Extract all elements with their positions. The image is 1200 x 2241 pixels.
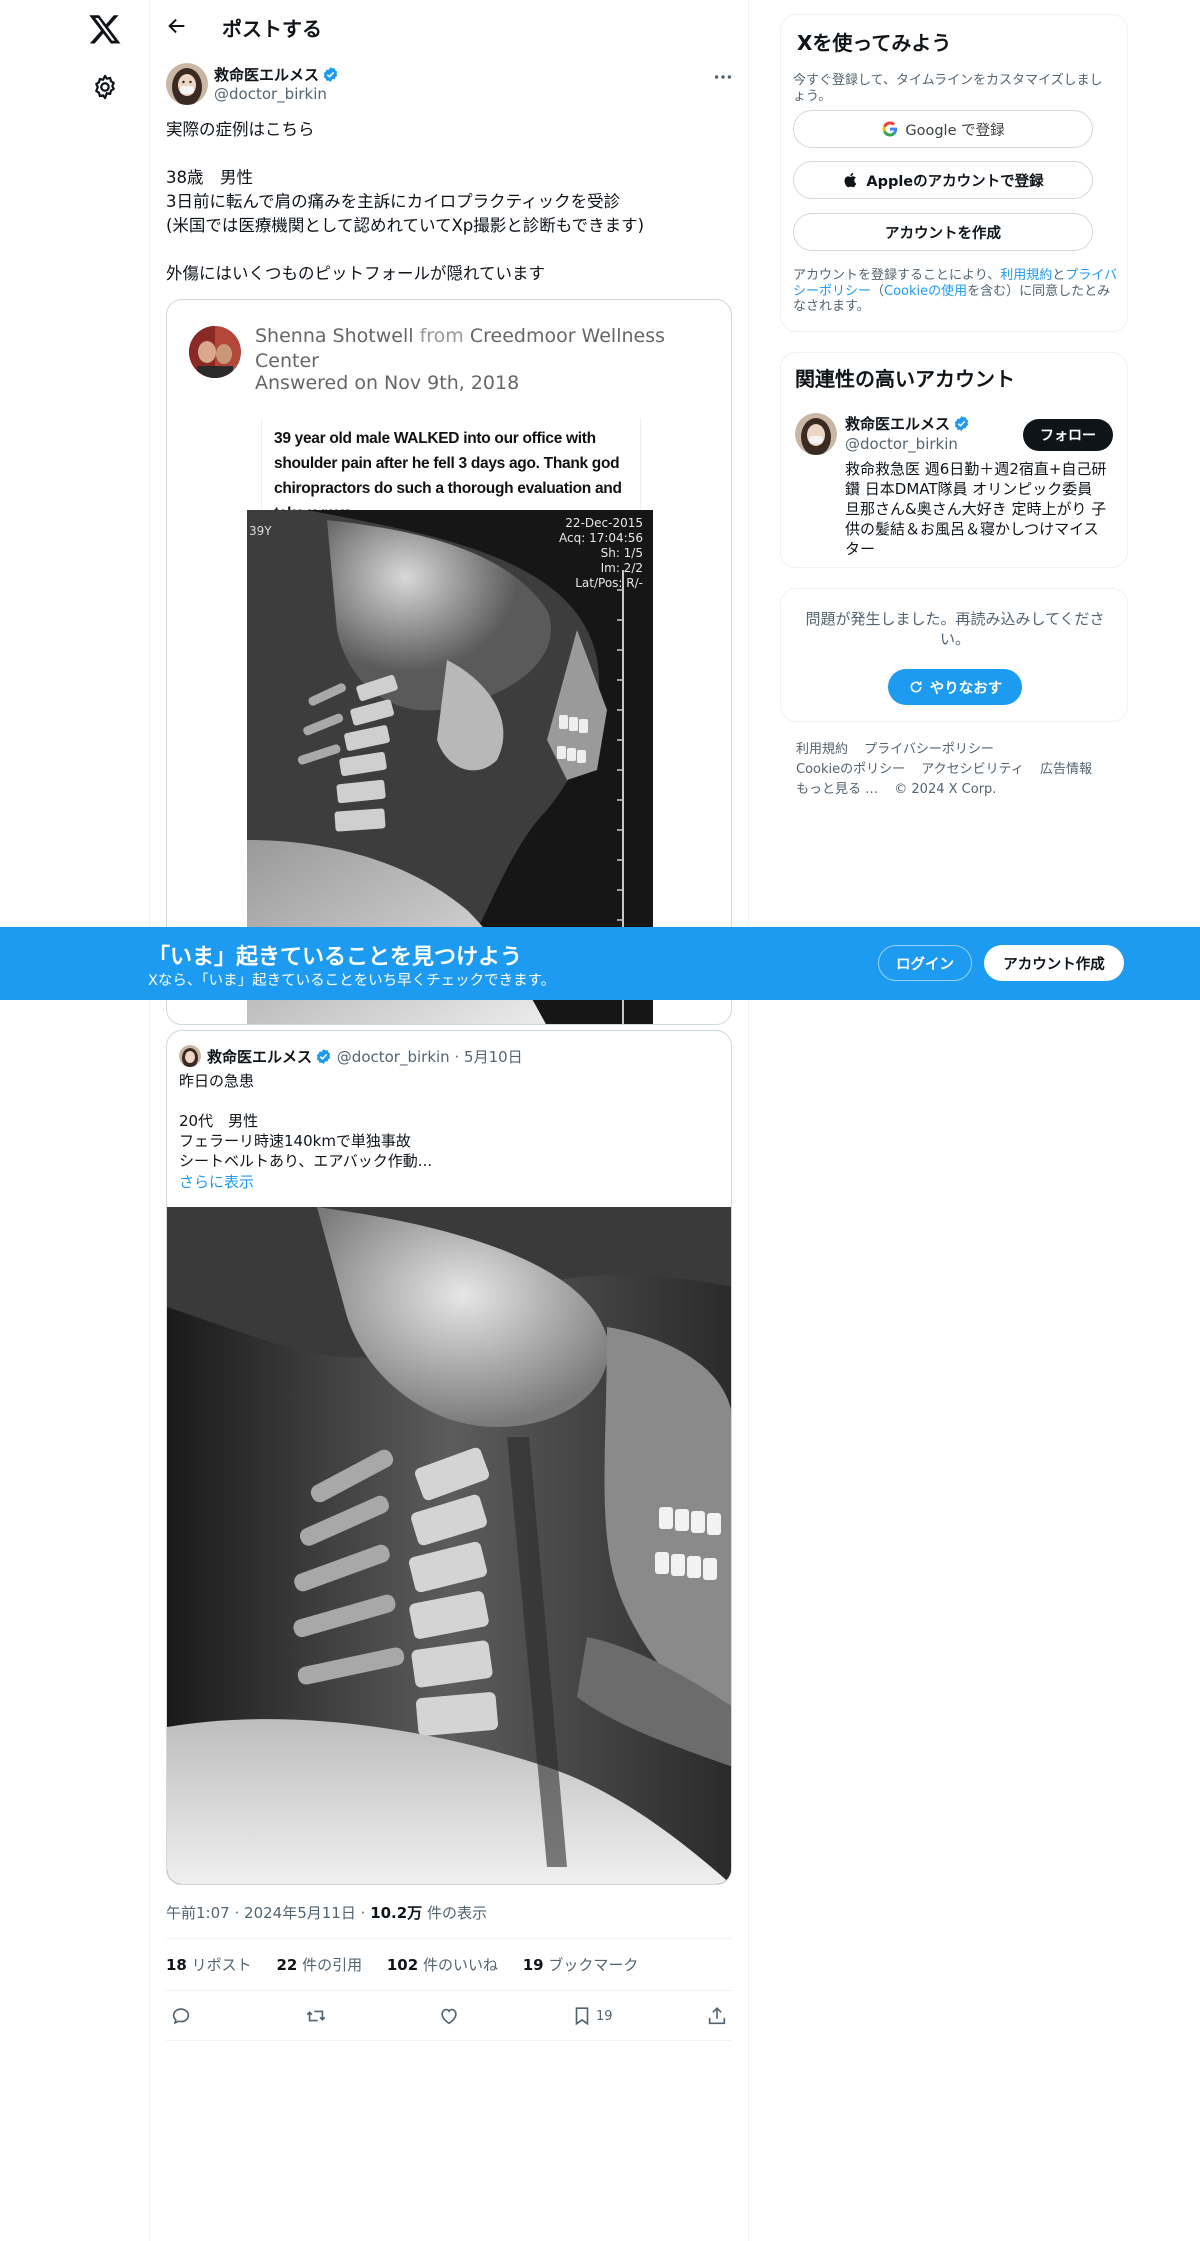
x-logo-icon[interactable] bbox=[88, 12, 122, 46]
banner-title: 「いま」起きていることを見つけよう bbox=[148, 945, 523, 970]
reply-icon bbox=[172, 2008, 190, 2025]
quoted-tweet-card[interactable]: 救命医エルメス @doctor_birkin · 5月10日 昨日の急患 20代… bbox=[166, 1030, 732, 1885]
divider bbox=[166, 2040, 732, 2041]
retry-button[interactable]: やりなおす bbox=[888, 669, 1022, 705]
settings-gear-icon[interactable] bbox=[91, 73, 119, 101]
separator-dot: · bbox=[454, 1048, 460, 1066]
retweet-icon bbox=[306, 2010, 326, 2022]
apple-signup-button[interactable]: Appleのアカウントで登録 bbox=[793, 161, 1093, 199]
apple-logo-icon bbox=[844, 172, 857, 188]
verified-badge-icon bbox=[954, 416, 969, 431]
views-count: 10.2万 bbox=[370, 1904, 423, 1922]
relevant-account-name[interactable]: 救命医エルメス bbox=[845, 413, 970, 434]
page-title: ポストする bbox=[222, 17, 322, 41]
engagement-stats: 18 リポスト 22 件の引用 102 件のいいね 19 ブックマーク bbox=[166, 1954, 658, 1975]
signup-terms-text: アカウントを登録することにより、利用規約とプライバシーポリシー（Cookieの使… bbox=[793, 268, 1118, 314]
google-signup-button[interactable]: Google で登録 bbox=[793, 110, 1093, 148]
top-bar: ポストする bbox=[150, 0, 748, 53]
footer-link[interactable]: アクセシビリティ bbox=[921, 762, 1024, 777]
retweet-button[interactable] bbox=[305, 2003, 327, 2029]
neck-xray-image-2[interactable] bbox=[167, 1207, 731, 1884]
relevant-account-bio: 救命救急医 週6日勤＋週2宿直+自己研鑽 日本DMAT隊員 オリンピック委員 旦… bbox=[845, 460, 1107, 558]
reply-button[interactable] bbox=[170, 2003, 192, 2029]
quoted-tweet-text: 昨日の急患 20代 男性 フェラーリ時速140kmで単独事故 シートベルトあり、… bbox=[179, 1072, 433, 1170]
author-handle[interactable]: @doctor_birkin bbox=[214, 85, 327, 103]
heart-icon bbox=[441, 2008, 457, 2025]
likes-stat[interactable]: 102 件のいいね bbox=[387, 1956, 498, 1974]
divider bbox=[166, 1938, 732, 1939]
quoted-author-handle: @doctor_birkin bbox=[336, 1048, 450, 1066]
copyright-text: © 2024 X Corp. bbox=[894, 782, 997, 797]
footer-link[interactable]: Cookieのポリシー bbox=[796, 762, 905, 777]
tweet-media-card[interactable]: Shenna Shotwell from Creedmoor Wellness … bbox=[166, 299, 732, 1025]
quotes-stat[interactable]: 22 件の引用 bbox=[276, 1956, 362, 1974]
follow-button[interactable]: フォロー bbox=[1023, 419, 1113, 451]
create-account-button[interactable]: アカウントを作成 bbox=[793, 213, 1093, 251]
bookmarks-stat[interactable]: 19 ブックマーク bbox=[523, 1956, 639, 1974]
retweets-stat[interactable]: 18 リポスト bbox=[166, 1956, 252, 1974]
author-avatar[interactable] bbox=[166, 63, 208, 105]
verified-badge-icon bbox=[316, 1049, 331, 1064]
footer-link[interactable]: もっと見る … bbox=[796, 782, 878, 797]
quoted-tweet-header: 救命医エルメス @doctor_birkin · 5月10日 bbox=[207, 1046, 523, 1067]
author-name[interactable]: 救命医エルメス bbox=[214, 64, 339, 85]
cookie-use-link[interactable]: Cookieの使用 bbox=[884, 284, 967, 299]
verified-badge-icon bbox=[323, 67, 338, 82]
tweet-date[interactable]: 2024年5月11日 bbox=[244, 1904, 356, 1922]
signup-button[interactable]: アカウント作成 bbox=[984, 945, 1124, 981]
back-arrow-icon[interactable] bbox=[166, 15, 188, 37]
answer-date: Answered on Nov 9th, 2018 bbox=[255, 372, 520, 394]
show-more-link[interactable]: さらに表示 bbox=[179, 1171, 254, 1192]
like-button[interactable] bbox=[438, 2003, 460, 2029]
action-bar: 19 bbox=[166, 2003, 732, 2031]
share-button[interactable] bbox=[706, 2003, 728, 2029]
answer-author-name: Shenna Shotwell from Creedmoor Wellness … bbox=[255, 325, 666, 372]
terms-link[interactable]: 利用規約 bbox=[1000, 268, 1052, 283]
quoted-author-avatar bbox=[179, 1045, 201, 1067]
relevant-account-avatar[interactable] bbox=[795, 413, 837, 455]
main-column: ポストする 救命医エルメス @doctor_birkin 実際の症例はこちら 3… bbox=[150, 0, 749, 2241]
footer-link[interactable]: 利用規約 bbox=[796, 742, 848, 757]
error-panel: 問題が発生しました。再読み込みしてください。 やりなおす bbox=[780, 588, 1128, 722]
quoted-author-name: 救命医エルメス bbox=[207, 1048, 313, 1066]
bookmark-count: 19 bbox=[596, 2008, 613, 2024]
tweet-text: 実際の症例はこちら 38歳 男性 3日前に転んで肩の痛みを主訴にカイロプラクティ… bbox=[166, 120, 645, 283]
bookmark-icon bbox=[575, 2007, 589, 2026]
left-nav bbox=[0, 0, 150, 2241]
banner-subtitle: Xなら、「いま」起きていることをいち早くチェックできます。 bbox=[148, 973, 556, 989]
footer-link[interactable]: プライバシーポリシー bbox=[864, 742, 994, 757]
relevant-accounts-title: 関連性の高いアカウント bbox=[795, 367, 1015, 391]
tweet-timestamp-line: 午前1:07 · 2024年5月11日 · 10.2万 件の表示 bbox=[166, 1902, 487, 1923]
separator-dot: · bbox=[360, 1904, 366, 1922]
more-options-icon[interactable] bbox=[712, 66, 734, 88]
tweet-time[interactable]: 午前1:07 bbox=[166, 1904, 230, 1922]
xray-age-label: 39Y bbox=[249, 524, 272, 538]
views-label: 件の表示 bbox=[422, 1904, 487, 1922]
separator-dot: · bbox=[234, 1904, 240, 1922]
answer-author-avatar bbox=[189, 326, 241, 378]
image-caption-box: 39 year old male WALKED into our office … bbox=[261, 418, 641, 522]
signup-panel-subtitle: 今すぐ登録して、タイムラインをカスタマイズしましょう。 bbox=[793, 73, 1103, 104]
bookmark-button[interactable]: 19 bbox=[571, 2003, 613, 2029]
error-message: 問題が発生しました。再読み込みしてください。 bbox=[805, 610, 1105, 648]
relevant-account-handle[interactable]: @doctor_birkin bbox=[845, 435, 958, 453]
signup-panel: Xを使ってみよう 今すぐ登録して、タイムラインをカスタマイズしましょう。 Goo… bbox=[780, 14, 1128, 332]
divider bbox=[166, 1990, 732, 1991]
refresh-icon bbox=[910, 681, 922, 693]
signup-banner: 「いま」起きていることを見つけよう Xなら、「いま」起きていることをいち早くチェ… bbox=[0, 927, 1200, 1000]
google-logo-icon bbox=[882, 121, 898, 137]
login-button[interactable]: ログイン bbox=[878, 945, 972, 981]
quoted-tweet-date: 5月10日 bbox=[464, 1048, 523, 1066]
xray-metadata-text: 22-Dec-2015 Acq: 17:04:56 Sh: 1/5 Im: 2/… bbox=[559, 516, 643, 590]
relevant-accounts-panel: 関連性の高いアカウント 救命医エルメス @doctor_birkin フォロー … bbox=[780, 352, 1128, 568]
footer-links: 利用規約 プライバシーポリシー Cookieのポリシー アクセシビリティ 広告情… bbox=[796, 740, 1126, 800]
share-icon bbox=[708, 2007, 726, 2025]
footer-link[interactable]: 広告情報 bbox=[1040, 762, 1092, 777]
signup-panel-title: Xを使ってみよう bbox=[797, 31, 952, 55]
